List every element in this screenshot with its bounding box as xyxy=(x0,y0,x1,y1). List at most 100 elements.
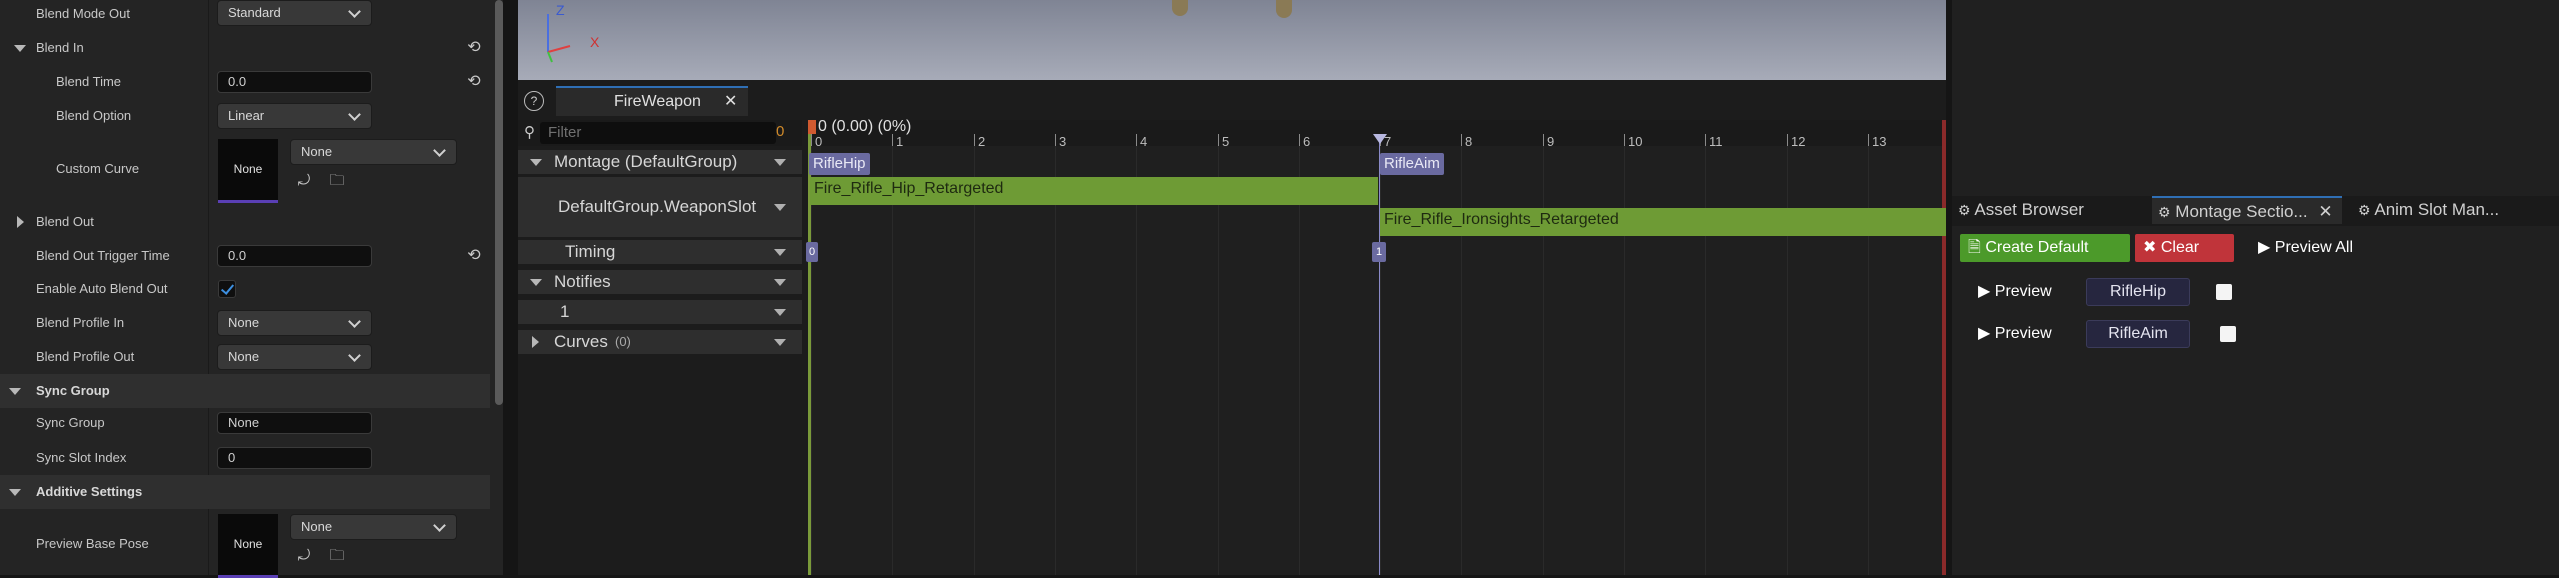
ruler-tick-label: 0 xyxy=(815,134,823,149)
reset-to-default-icon[interactable]: ⟲ xyxy=(465,39,483,57)
anim-segment[interactable]: Fire_Rifle_Hip_Retargeted xyxy=(810,177,1378,205)
chevron-down-icon xyxy=(433,519,446,532)
reset-to-default-icon[interactable]: ⟲ xyxy=(465,73,483,91)
ruler-tick-label: 9 xyxy=(1547,134,1555,149)
track-notify-1[interactable]: 1 xyxy=(518,300,802,324)
ruler-tick xyxy=(1136,134,1137,146)
tab-anim-slot-manager[interactable]: ⚙ Anim Slot Man... xyxy=(2358,196,2499,224)
enable-auto-blend-out-label: Enable Auto Blend Out xyxy=(36,281,168,296)
filter-input[interactable]: Filter xyxy=(540,122,776,144)
details-scrollbar[interactable] xyxy=(495,0,503,405)
preview-base-pose-combo[interactable]: None xyxy=(290,514,457,540)
preview-all-button[interactable]: ▶ Preview All xyxy=(2250,234,2370,262)
section-line xyxy=(1379,136,1380,575)
track-slot-label: DefaultGroup.WeaponSlot xyxy=(558,197,757,216)
track-montage-group[interactable]: Montage (DefaultGroup) xyxy=(518,150,802,174)
ruler-tick-label: 10 xyxy=(1628,134,1643,149)
sync-group-category[interactable]: Sync Group xyxy=(0,374,490,408)
custom-curve-combo[interactable]: None xyxy=(290,139,457,165)
ruler-tick xyxy=(1461,134,1462,146)
custom-curve-thumbnail[interactable]: None xyxy=(218,139,278,203)
track-slot[interactable]: DefaultGroup.WeaponSlot xyxy=(518,177,802,237)
help-icon[interactable]: ? xyxy=(524,91,544,111)
section-name-button[interactable]: RifleHip xyxy=(2086,278,2190,306)
close-icon[interactable]: ✕ xyxy=(724,88,737,116)
track-timing[interactable]: Timing xyxy=(518,240,802,264)
track-options-icon[interactable] xyxy=(774,339,786,346)
ruler-tick-label: 1 xyxy=(896,134,904,149)
section-checkbox[interactable] xyxy=(2216,284,2232,300)
sync-group-input[interactable]: None xyxy=(217,412,372,434)
collapse-arrow-icon[interactable] xyxy=(530,159,542,166)
preview-section-button[interactable]: ▶ Preview xyxy=(1970,320,2070,348)
close-icon: ✖ xyxy=(2143,239,2157,256)
blend-option-label: Blend Option xyxy=(56,108,132,123)
collapse-arrow-icon[interactable] xyxy=(530,279,542,286)
additive-settings-category[interactable]: Additive Settings xyxy=(0,475,490,509)
section-checkbox[interactable] xyxy=(2220,326,2236,342)
blend-time-input[interactable]: 0.0 xyxy=(217,71,372,93)
preview-viewport[interactable]: Z X xyxy=(518,0,1946,80)
scrub-handle[interactable] xyxy=(808,120,816,134)
preview-base-pose-thumbnail[interactable]: None xyxy=(218,514,278,578)
character-foot xyxy=(1172,0,1188,16)
tab-montage-sections[interactable]: ⚙ Montage Sectio... ✕ xyxy=(2152,196,2342,224)
filter-bar: ⚲ Filter 0 xyxy=(518,120,802,146)
blend-out-row[interactable]: Blend Out xyxy=(0,205,490,239)
blend-out-trigger-time-input[interactable]: 0.0 xyxy=(217,245,372,267)
blend-mode-out-combo[interactable]: Standard xyxy=(217,0,372,26)
expand-arrow-icon[interactable] xyxy=(17,216,24,228)
tab-asset-browser[interactable]: ⚙ Asset Browser xyxy=(1958,196,2084,224)
browse-icon[interactable]: 🗀 xyxy=(329,548,345,564)
blend-profile-in-combo[interactable]: None xyxy=(217,310,372,336)
create-default-button[interactable]: 🗎 Create Default xyxy=(1960,234,2130,262)
track-timing-label: Timing xyxy=(565,242,616,261)
use-selected-icon[interactable]: ⤾ xyxy=(296,548,312,564)
blend-profile-out-combo[interactable]: None xyxy=(217,344,372,370)
sync-group-category-label: Sync Group xyxy=(36,383,110,398)
track-options-icon[interactable] xyxy=(774,204,786,211)
ruler-tick-label: 12 xyxy=(1791,134,1806,149)
reset-to-default-icon[interactable]: ⟲ xyxy=(465,247,483,265)
track-curves[interactable]: Curves (0) xyxy=(518,330,802,354)
use-selected-icon[interactable]: ⤾ xyxy=(296,173,312,189)
close-icon[interactable]: ✕ xyxy=(2318,202,2332,221)
play-icon: ▶ xyxy=(1978,283,1991,300)
timing-marker[interactable]: 1 xyxy=(1372,242,1386,262)
sync-group-row: Sync Group None xyxy=(0,406,490,440)
track-options-icon[interactable] xyxy=(774,309,786,316)
browse-icon[interactable]: 🗀 xyxy=(329,173,345,189)
section-marker-icon[interactable] xyxy=(1373,134,1387,144)
section-box[interactable]: RifleHip xyxy=(809,153,870,175)
timing-marker[interactable]: 0 xyxy=(806,242,818,262)
track-notifies[interactable]: Notifies xyxy=(518,270,802,294)
blend-in-row[interactable]: Blend In ⟲ xyxy=(0,31,490,65)
track-options-icon[interactable] xyxy=(774,159,786,166)
anim-slot-icon: ⚙ xyxy=(2358,202,2371,218)
blend-profile-out-value: None xyxy=(228,349,260,364)
grid-line xyxy=(1136,146,1137,575)
track-options-icon[interactable] xyxy=(774,279,786,286)
blend-option-combo[interactable]: Linear xyxy=(217,103,372,129)
chevron-down-icon xyxy=(348,108,361,121)
grid-line xyxy=(1299,146,1300,575)
tab-fireweapon[interactable]: FireWeapon ✕ xyxy=(556,86,748,116)
collapse-arrow-icon[interactable] xyxy=(14,45,26,52)
sync-slot-index-input[interactable]: 0 xyxy=(217,447,372,469)
clear-button[interactable]: ✖ Clear xyxy=(2135,234,2234,262)
collapse-arrow-icon[interactable] xyxy=(9,489,21,496)
track-curves-count: (0) xyxy=(615,334,631,349)
collapse-arrow-icon[interactable] xyxy=(9,388,21,395)
section-name-button[interactable]: RifleAim xyxy=(2086,320,2190,348)
blend-out-trigger-time-row: Blend Out Trigger Time 0.0 ⟲ xyxy=(0,239,490,273)
section-box[interactable]: RifleAim xyxy=(1380,153,1444,175)
chevron-down-icon xyxy=(348,5,361,18)
enable-auto-blend-out-checkbox[interactable] xyxy=(218,280,236,298)
expand-arrow-icon[interactable] xyxy=(532,336,539,348)
track-options-icon[interactable] xyxy=(774,249,786,256)
anim-segment[interactable]: Fire_Rifle_Ironsights_Retargeted xyxy=(1380,208,1946,236)
preview-label: Preview xyxy=(1994,325,2052,342)
end-marker[interactable] xyxy=(1942,120,1946,575)
tab-title: FireWeapon xyxy=(614,93,701,110)
preview-section-button[interactable]: ▶ Preview xyxy=(1970,278,2070,306)
